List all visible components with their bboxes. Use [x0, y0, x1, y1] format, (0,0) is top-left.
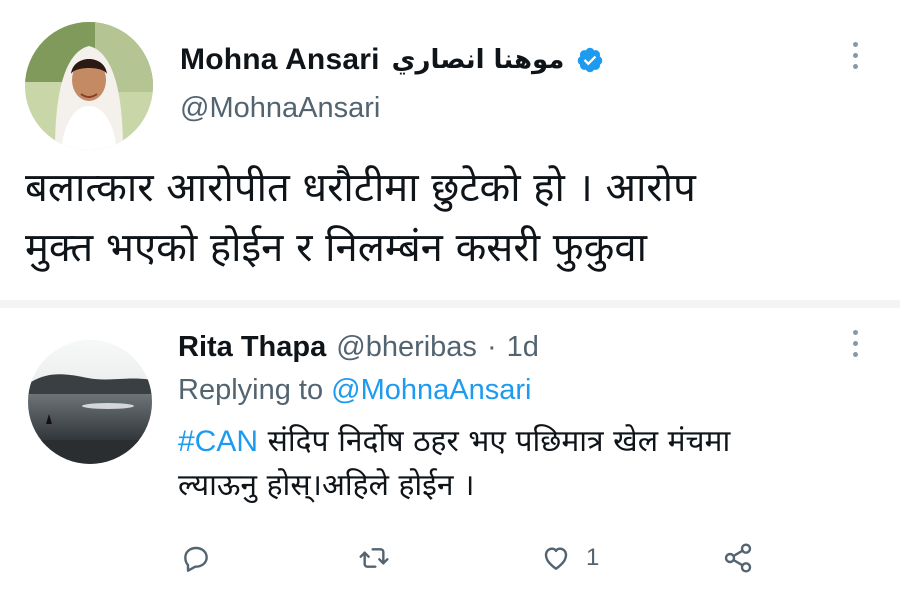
- reply-author-handle[interactable]: @bheribas: [336, 331, 477, 364]
- avatar[interactable]: [25, 22, 153, 150]
- author-handle[interactable]: @MohnaAnsari: [180, 92, 380, 125]
- like-button[interactable]: 1: [540, 538, 599, 578]
- avatar[interactable]: [28, 340, 152, 464]
- reply-text-line-1-rest: संदिप निर्दोष ठहर भए पछिमात्र खेल मंचमा: [258, 424, 731, 459]
- reply-author-name[interactable]: Rita Thapa: [178, 331, 326, 364]
- tweet-text-line-1: बलात्कार आरोपीत धरौटीमा छुटेको हो । आरोप: [25, 165, 696, 211]
- divider: [0, 300, 900, 308]
- hashtag-link[interactable]: #CAN: [178, 425, 258, 458]
- reply-icon: [184, 546, 208, 572]
- more-options-icon[interactable]: [850, 42, 860, 69]
- reply-button[interactable]: [180, 538, 212, 578]
- author-name-row: Mohna Ansari موهنا انصاري: [180, 42, 604, 78]
- reply-text: #CAN संदिप निर्दोष ठहर भए पछिमात्र खेल म…: [178, 420, 878, 508]
- reply-timestamp[interactable]: 1d: [507, 331, 539, 364]
- reply-text-line-2: ल्याऊनु होस्।अहिले होईन ।: [178, 468, 475, 503]
- replying-to-label: Replying to: [178, 374, 324, 406]
- verified-badge-icon: [578, 47, 603, 73]
- author-name[interactable]: Mohna Ansari: [180, 43, 380, 77]
- original-tweet: Mohna Ansari موهنا انصاري @MohnaAnsari ब…: [0, 0, 900, 298]
- retweet-button[interactable]: [358, 538, 390, 578]
- share-button[interactable]: [722, 538, 754, 578]
- more-options-icon[interactable]: [850, 330, 860, 357]
- tweet-text-line-2: मुक्त भएको होईन र निलम्बंन कसरी फुकुवा: [25, 225, 647, 271]
- reply-text-line-1: #CAN संदिप निर्दोष ठहर भए पछिमात्र खेल म…: [178, 420, 878, 464]
- reply-tweet: Rita Thapa @bheribas · 1d Replying to @M…: [0, 308, 900, 600]
- author-name-arabic[interactable]: موهنا انصاري: [392, 45, 565, 75]
- reply-header: Rita Thapa @bheribas · 1d: [178, 328, 539, 366]
- retweet-icon: [359, 548, 389, 568]
- action-bar: 1: [0, 538, 900, 578]
- share-icon: [724, 543, 752, 573]
- replying-to: Replying to @MohnaAnsari: [178, 374, 531, 407]
- tweet-text: बलात्कार आरोपीत धरौटीमा छुटेको हो । आरोप…: [25, 158, 885, 278]
- like-icon: [544, 547, 568, 570]
- like-count: 1: [586, 544, 600, 571]
- replying-to-mention[interactable]: @MohnaAnsari: [331, 374, 531, 406]
- separator-dot: ·: [486, 330, 497, 363]
- avatar-photo-lake: [28, 340, 152, 464]
- avatar-photo-mohna: [25, 22, 153, 150]
